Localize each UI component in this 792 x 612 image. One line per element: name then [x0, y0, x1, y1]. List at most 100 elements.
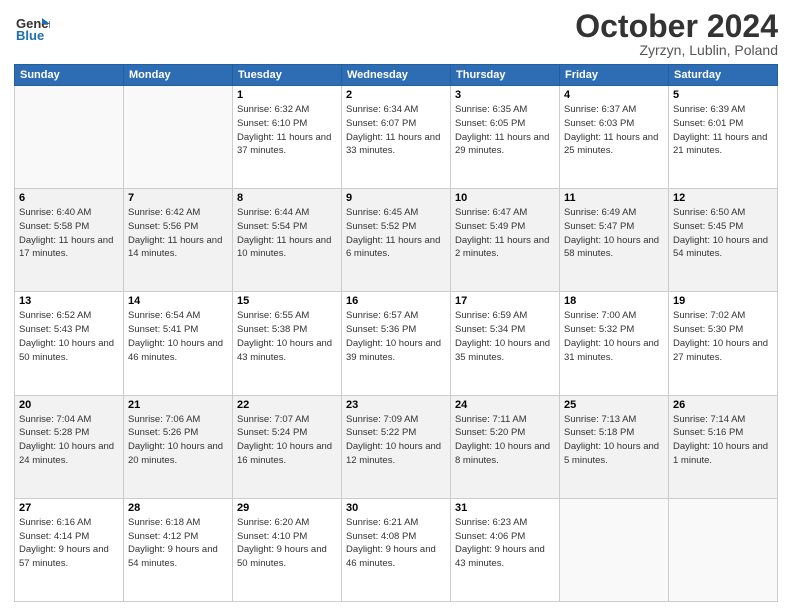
day-number: 13 [19, 295, 119, 307]
day-info: Sunrise: 6:23 AM Sunset: 4:06 PM Dayligh… [455, 516, 555, 571]
day-number: 15 [237, 295, 337, 307]
day-info: Sunrise: 7:00 AM Sunset: 5:32 PM Dayligh… [564, 309, 664, 364]
day-number: 6 [19, 192, 119, 204]
day-info: Sunrise: 7:14 AM Sunset: 5:16 PM Dayligh… [673, 413, 773, 468]
weekday-header: Thursday [451, 65, 560, 86]
day-number: 3 [455, 89, 555, 101]
calendar-cell: 5 Sunrise: 6:39 AM Sunset: 6:01 PM Daylig… [669, 86, 778, 189]
calendar-cell: 18 Sunrise: 7:00 AM Sunset: 5:32 PM Dayli… [560, 292, 669, 395]
day-info: Sunrise: 6:47 AM Sunset: 5:49 PM Dayligh… [455, 206, 555, 261]
calendar-cell: 7 Sunrise: 6:42 AM Sunset: 5:56 PM Daylig… [124, 189, 233, 292]
day-number: 30 [346, 502, 446, 514]
day-number: 24 [455, 399, 555, 411]
logo-icon: General Blue [14, 10, 50, 46]
day-info: Sunrise: 6:32 AM Sunset: 6:10 PM Dayligh… [237, 103, 337, 158]
day-number: 27 [19, 502, 119, 514]
day-number: 5 [673, 89, 773, 101]
month-title: October 2024 [575, 10, 778, 42]
day-number: 4 [564, 89, 664, 101]
day-number: 2 [346, 89, 446, 101]
day-info: Sunrise: 7:09 AM Sunset: 5:22 PM Dayligh… [346, 413, 446, 468]
day-info: Sunrise: 6:49 AM Sunset: 5:47 PM Dayligh… [564, 206, 664, 261]
weekday-header: Saturday [669, 65, 778, 86]
calendar-cell: 17Sunrise: 6:59 AM Sunset: 5:34 PM Dayli… [451, 292, 560, 395]
day-info: Sunrise: 6:34 AM Sunset: 6:07 PM Dayligh… [346, 103, 446, 158]
day-number: 25 [564, 399, 664, 411]
header: General Blue October 2024 Zyrzyn, Lublin… [14, 10, 778, 58]
calendar-cell: 22 Sunrise: 7:07 AM Sunset: 5:24 PM Dayli… [233, 395, 342, 498]
calendar-cell: 6 Sunrise: 6:40 AM Sunset: 5:58 PM Daylig… [15, 189, 124, 292]
calendar-cell: 9Sunrise: 6:45 AM Sunset: 5:52 PM Daylig… [342, 189, 451, 292]
weekday-header: Monday [124, 65, 233, 86]
day-info: Sunrise: 6:57 AM Sunset: 5:36 PM Dayligh… [346, 309, 446, 364]
calendar-cell: 25 Sunrise: 7:13 AM Sunset: 5:18 PM Dayli… [560, 395, 669, 498]
weekday-header: Friday [560, 65, 669, 86]
day-info: Sunrise: 6:42 AM Sunset: 5:56 PM Dayligh… [128, 206, 228, 261]
day-number: 29 [237, 502, 337, 514]
day-info: Sunrise: 7:13 AM Sunset: 5:18 PM Dayligh… [564, 413, 664, 468]
calendar-cell: 21 Sunrise: 7:06 AM Sunset: 5:26 PM Dayli… [124, 395, 233, 498]
calendar-cell: 24Sunrise: 7:11 AM Sunset: 5:20 PM Dayli… [451, 395, 560, 498]
day-number: 16 [346, 295, 446, 307]
day-info: Sunrise: 6:54 AM Sunset: 5:41 PM Dayligh… [128, 309, 228, 364]
day-info: Sunrise: 6:40 AM Sunset: 5:58 PM Dayligh… [19, 206, 119, 261]
day-info: Sunrise: 6:35 AM Sunset: 6:05 PM Dayligh… [455, 103, 555, 158]
weekday-header: Tuesday [233, 65, 342, 86]
day-number: 1 [237, 89, 337, 101]
calendar-cell: 8 Sunrise: 6:44 AM Sunset: 5:54 PM Daylig… [233, 189, 342, 292]
day-number: 31 [455, 502, 555, 514]
day-number: 18 [564, 295, 664, 307]
day-info: Sunrise: 7:07 AM Sunset: 5:24 PM Dayligh… [237, 413, 337, 468]
day-number: 28 [128, 502, 228, 514]
logo: General Blue [14, 10, 50, 46]
calendar-cell [669, 498, 778, 601]
calendar-cell [15, 86, 124, 189]
svg-text:Blue: Blue [16, 28, 44, 43]
weekday-header: Wednesday [342, 65, 451, 86]
day-info: Sunrise: 6:37 AM Sunset: 6:03 PM Dayligh… [564, 103, 664, 158]
day-number: 12 [673, 192, 773, 204]
calendar-cell: 13Sunrise: 6:52 AM Sunset: 5:43 PM Dayli… [15, 292, 124, 395]
day-number: 21 [128, 399, 228, 411]
calendar-table: SundayMondayTuesdayWednesdayThursdayFrid… [14, 64, 778, 602]
day-number: 7 [128, 192, 228, 204]
calendar-cell: 19Sunrise: 7:02 AM Sunset: 5:30 PM Dayli… [669, 292, 778, 395]
calendar-cell: 12Sunrise: 6:50 AM Sunset: 5:45 PM Dayli… [669, 189, 778, 292]
calendar-cell: 1 Sunrise: 6:32 AM Sunset: 6:10 PM Daylig… [233, 86, 342, 189]
day-number: 23 [346, 399, 446, 411]
day-number: 20 [19, 399, 119, 411]
calendar-cell: 10 Sunrise: 6:47 AM Sunset: 5:49 PM Dayli… [451, 189, 560, 292]
day-info: Sunrise: 6:21 AM Sunset: 4:08 PM Dayligh… [346, 516, 446, 571]
calendar-cell: 28 Sunrise: 6:18 AM Sunset: 4:12 PM Dayli… [124, 498, 233, 601]
day-info: Sunrise: 6:20 AM Sunset: 4:10 PM Dayligh… [237, 516, 337, 571]
weekday-header: Sunday [15, 65, 124, 86]
calendar-cell: 4 Sunrise: 6:37 AM Sunset: 6:03 PM Daylig… [560, 86, 669, 189]
day-info: Sunrise: 6:59 AM Sunset: 5:34 PM Dayligh… [455, 309, 555, 364]
calendar-cell: 15 Sunrise: 6:55 AM Sunset: 5:38 PM Dayli… [233, 292, 342, 395]
calendar-cell: 27 Sunrise: 6:16 AM Sunset: 4:14 PM Dayli… [15, 498, 124, 601]
day-number: 22 [237, 399, 337, 411]
day-info: Sunrise: 6:18 AM Sunset: 4:12 PM Dayligh… [128, 516, 228, 571]
calendar-cell: 20 Sunrise: 7:04 AM Sunset: 5:28 PM Dayli… [15, 395, 124, 498]
calendar-cell: 30 Sunrise: 6:21 AM Sunset: 4:08 PM Dayli… [342, 498, 451, 601]
calendar-cell: 3 Sunrise: 6:35 AM Sunset: 6:05 PM Daylig… [451, 86, 560, 189]
day-number: 14 [128, 295, 228, 307]
day-info: Sunrise: 7:06 AM Sunset: 5:26 PM Dayligh… [128, 413, 228, 468]
day-number: 10 [455, 192, 555, 204]
day-number: 26 [673, 399, 773, 411]
day-number: 11 [564, 192, 664, 204]
calendar-cell [560, 498, 669, 601]
calendar-cell: 23 Sunrise: 7:09 AM Sunset: 5:22 PM Dayli… [342, 395, 451, 498]
day-info: Sunrise: 6:39 AM Sunset: 6:01 PM Dayligh… [673, 103, 773, 158]
calendar-cell: 31 Sunrise: 6:23 AM Sunset: 4:06 PM Dayli… [451, 498, 560, 601]
calendar-cell: 11 Sunrise: 6:49 AM Sunset: 5:47 PM Dayli… [560, 189, 669, 292]
day-info: Sunrise: 6:16 AM Sunset: 4:14 PM Dayligh… [19, 516, 119, 571]
calendar-cell: 26 Sunrise: 7:14 AM Sunset: 5:16 PM Dayli… [669, 395, 778, 498]
calendar-cell: 16 Sunrise: 6:57 AM Sunset: 5:36 PM Dayli… [342, 292, 451, 395]
calendar-cell [124, 86, 233, 189]
day-info: Sunrise: 6:44 AM Sunset: 5:54 PM Dayligh… [237, 206, 337, 261]
subtitle: Zyrzyn, Lublin, Poland [575, 42, 778, 58]
day-info: Sunrise: 7:04 AM Sunset: 5:28 PM Dayligh… [19, 413, 119, 468]
day-number: 8 [237, 192, 337, 204]
day-info: Sunrise: 6:55 AM Sunset: 5:38 PM Dayligh… [237, 309, 337, 364]
